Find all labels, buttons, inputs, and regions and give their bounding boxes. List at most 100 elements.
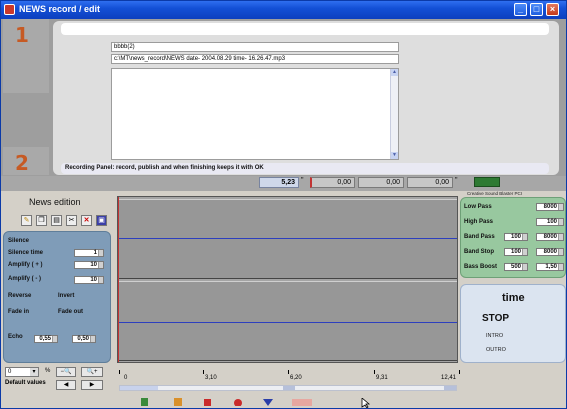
record-name-field[interactable]: bbbb(2) <box>111 42 399 52</box>
step-1-number: 1 <box>15 23 29 47</box>
time-panel: time STOP INTRO OUTRO <box>460 284 566 363</box>
time-label: time <box>502 292 525 304</box>
bass-boost-spinner-2[interactable]: 1,50 <box>536 263 564 271</box>
reverse-button[interactable]: Reverse <box>8 293 31 299</box>
effects-panel: Silence Silence time 1 Amplify ( + ) 10 … <box>3 231 111 363</box>
zoom-in-button[interactable]: 🔍+ <box>81 367 103 377</box>
step-2-marker: 2 <box>3 147 49 175</box>
echo-spinner-2[interactable]: 0,50 <box>72 335 96 343</box>
copy-icon[interactable]: ❐ <box>36 215 47 226</box>
echo-spinner-1[interactable]: 0,55 <box>34 335 58 343</box>
waveform-track-left[interactable] <box>118 199 457 279</box>
timeline-scroll-marker[interactable] <box>283 386 295 390</box>
high-pass-button[interactable]: High Pass <box>464 219 493 225</box>
scroll-left-button[interactable]: ◀ <box>56 380 76 390</box>
playback-cursor[interactable] <box>118 197 119 362</box>
band-pass-high-spinner[interactable]: 8000 <box>536 233 564 241</box>
app-icon <box>4 4 15 15</box>
position-unit: " <box>301 177 304 184</box>
notes-scrollbar[interactable]: ▲ ▼ <box>390 69 398 159</box>
fade-out-button[interactable]: Fade out <box>58 309 83 315</box>
band-stop-high-spinner[interactable]: 8000 <box>536 248 564 256</box>
paste-icon[interactable]: ▤ <box>51 215 62 226</box>
disk-icon[interactable]: ▣ <box>96 215 107 226</box>
length-unit: " <box>455 177 458 184</box>
silence-time-spinner[interactable]: 1 <box>74 249 104 257</box>
ruler-label: 9,31 <box>376 375 388 381</box>
fade-in-button[interactable]: Fade in <box>8 309 29 315</box>
band-pass-low-spinner[interactable]: 100 <box>504 233 528 241</box>
high-pass-spinner[interactable]: 100 <box>536 218 564 226</box>
bass-boost-button[interactable]: Bass Boost <box>464 264 497 270</box>
outro-label[interactable]: OUTRO <box>486 347 506 353</box>
ruler-tick <box>459 370 460 374</box>
position-display: 5,23 <box>259 177 299 188</box>
record-icon[interactable] <box>138 396 152 406</box>
waveform-track-right[interactable] <box>118 281 457 361</box>
ok-icon[interactable] <box>291 396 313 406</box>
transport-state: STOP <box>482 313 510 324</box>
record-path-field[interactable]: c:\MT\news_record\NEWS date- 2004.08.29 … <box>111 54 399 64</box>
maximize-button[interactable]: □ <box>530 3 543 16</box>
soundcard-label: Creative Sound Blaster PCI <box>467 191 523 196</box>
play-icon[interactable] <box>171 396 185 406</box>
echo-button[interactable]: Echo <box>8 334 23 340</box>
recording-area: 1 2 bbbb(2) c:\MT\news_record\NEWS date-… <box>1 19 566 176</box>
silence-time-label: Silence time <box>8 250 44 256</box>
notes-textarea[interactable]: ▲ ▼ <box>111 68 399 160</box>
low-pass-button[interactable]: Low Pass <box>464 204 492 210</box>
cut-icon[interactable]: ✂ <box>66 215 77 226</box>
panel-header-bar <box>61 23 549 35</box>
length-display: 0,00 <box>407 177 453 188</box>
filters-panel: Low Pass 8000 High Pass 100 Band Pass 10… <box>460 197 566 278</box>
app-window: NEWS record / edit _ □ × 1 2 bbbb(2) c:\… <box>0 0 567 409</box>
scroll-right-button[interactable]: ▶ <box>81 380 103 390</box>
ruler-tick <box>374 370 375 374</box>
timeline-scroll-thumb[interactable] <box>120 386 158 390</box>
band-stop-low-spinner[interactable]: 100 <box>504 248 528 256</box>
step-1-marker: 1 <box>3 19 49 93</box>
bass-boost-spinner-1[interactable]: 500 <box>504 263 528 271</box>
scroll-up-icon[interactable]: ▲ <box>391 69 398 76</box>
delete-icon[interactable]: ✕ <box>81 215 92 226</box>
waveform-editor[interactable] <box>117 196 458 363</box>
ruler-label: 0 <box>124 375 128 381</box>
close-button[interactable]: × <box>546 3 559 16</box>
amplify-plus-spinner[interactable]: 10 <box>74 261 104 269</box>
amplify-plus-button[interactable]: Amplify ( + ) <box>8 262 43 268</box>
start-display: 0,00 <box>310 177 355 188</box>
waveform-center-line-right <box>118 322 457 323</box>
recording-panel: bbbb(2) c:\MT\news_record\NEWS date- 200… <box>53 21 559 175</box>
rec-dot-icon[interactable] <box>231 396 245 407</box>
amplify-minus-spinner[interactable]: 10 <box>74 276 104 284</box>
default-values-label[interactable]: Default values <box>5 380 46 386</box>
low-pass-spinner[interactable]: 8000 <box>536 203 564 211</box>
zoom-select[interactable]: 0 <box>5 367 39 377</box>
ruler-tick <box>203 370 204 374</box>
counter-bar: 5,23 " 0,00 0,00 0,00 " <box>1 176 566 191</box>
publish-icon[interactable] <box>261 396 275 406</box>
silence-button[interactable]: Silence <box>8 238 29 244</box>
ruler-tick <box>119 370 120 374</box>
bottom-bar: 0 % −🔍 🔍+ Default values ◀ ▶ 0 3,10 6,20… <box>1 365 566 409</box>
intro-label[interactable]: INTRO <box>486 333 503 339</box>
minimize-button[interactable]: _ <box>514 3 527 16</box>
timeline-scrollbar[interactable] <box>119 385 457 391</box>
mouse-pointer-icon <box>361 397 375 409</box>
band-pass-button[interactable]: Band Pass <box>464 234 495 240</box>
stop-icon[interactable] <box>201 396 215 406</box>
timeline-scroll-end[interactable] <box>444 386 456 390</box>
soundcard-chip-icon <box>474 177 500 187</box>
band-stop-button[interactable]: Band Stop <box>464 249 494 255</box>
step-2-number: 2 <box>15 151 29 175</box>
title-bar[interactable]: NEWS record / edit _ □ × <box>1 1 566 19</box>
invert-button[interactable]: Invert <box>58 293 74 299</box>
scroll-down-icon[interactable]: ▼ <box>391 152 398 159</box>
news-edition-title: News edition <box>29 197 81 207</box>
recording-status-text: Recording Panel: record, publish and whe… <box>61 163 549 174</box>
pencil-icon[interactable]: ✎ <box>21 215 32 226</box>
amplify-minus-button[interactable]: Amplify ( - ) <box>8 276 41 282</box>
zoom-out-button[interactable]: −🔍 <box>56 367 76 377</box>
ruler-label: 3,10 <box>205 375 217 381</box>
end-display: 0,00 <box>358 177 404 188</box>
